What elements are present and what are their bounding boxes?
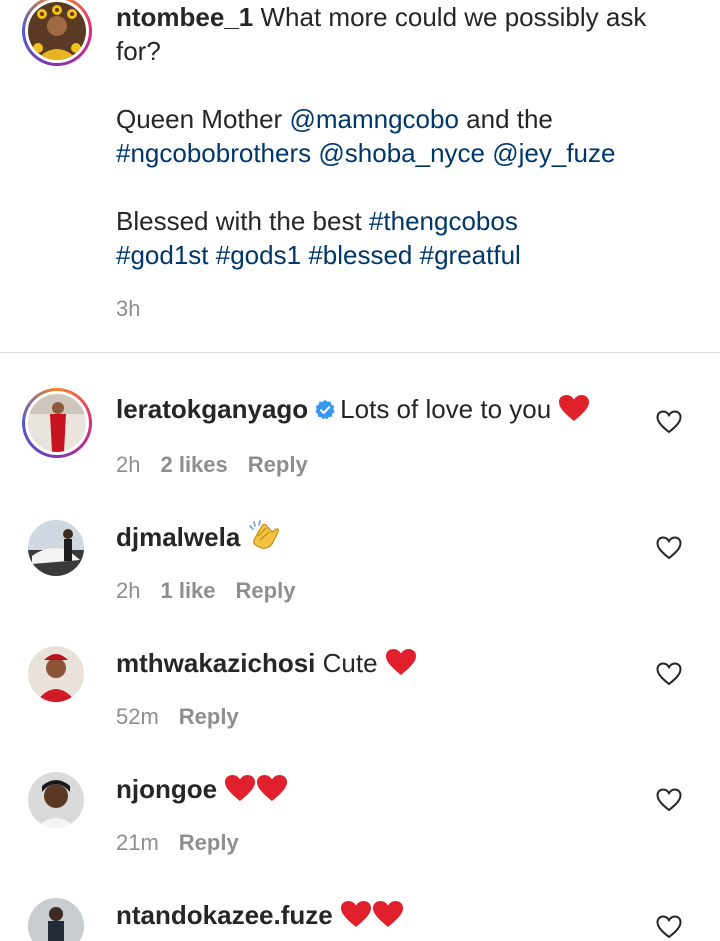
comment-meta: 2h 1 like Reply bbox=[116, 578, 315, 604]
commenter-username[interactable]: mthwakazichosi bbox=[116, 648, 315, 678]
like-heart-icon[interactable] bbox=[656, 915, 682, 939]
caption-text-segment: and the bbox=[458, 104, 553, 134]
hashtag-link[interactable]: #blessed bbox=[308, 240, 412, 270]
reply-button[interactable]: Reply bbox=[248, 452, 308, 477]
commenter-username[interactable]: njongoe bbox=[116, 774, 217, 804]
caption-text-segment: Blessed with the best bbox=[116, 206, 369, 236]
comment-text: leratokganyago Lots of love to you bbox=[116, 392, 590, 426]
comment-item: njongoe 21m Reply bbox=[0, 772, 720, 892]
reply-button[interactable]: Reply bbox=[179, 830, 239, 855]
comment-meta: 21m Reply bbox=[116, 830, 259, 856]
comment-text: njongoe bbox=[116, 772, 288, 806]
post-author-username[interactable]: ntombee_1 bbox=[116, 2, 253, 32]
red-heart-icon bbox=[225, 775, 288, 801]
commenter-avatar[interactable] bbox=[28, 772, 84, 828]
commenter-username[interactable]: leratokganyago bbox=[116, 394, 308, 424]
comment-body: Lots of love to you bbox=[340, 394, 552, 424]
hashtag-link[interactable]: #god1st bbox=[116, 240, 209, 270]
comment-meta: 2h 2 likes Reply bbox=[116, 452, 328, 478]
comment-item: leratokganyago Lots of love to you 2h 2 li… bbox=[0, 388, 720, 512]
comment-timestamp: 21m bbox=[116, 830, 159, 855]
like-heart-icon[interactable] bbox=[656, 788, 682, 812]
comment-meta: 52m Reply bbox=[116, 704, 259, 730]
like-heart-icon[interactable] bbox=[656, 410, 682, 434]
like-heart-icon[interactable] bbox=[656, 536, 682, 560]
red-heart-icon bbox=[385, 649, 416, 675]
comment-timestamp: 2h bbox=[116, 578, 141, 603]
hashtag-link[interactable]: #ngcobobrothers bbox=[116, 138, 311, 168]
red-heart-icon bbox=[559, 395, 590, 421]
reply-button[interactable]: Reply bbox=[179, 704, 239, 729]
post-caption: ntombee_1 What more could we possibly as… bbox=[0, 0, 720, 352]
comment-item: ntandokazee.fuze bbox=[0, 898, 720, 941]
likes-count[interactable]: 2 likes bbox=[160, 452, 227, 477]
comment-item: mthwakazichosi Cute 52m Reply bbox=[0, 646, 720, 766]
verified-badge-icon bbox=[315, 399, 335, 420]
hashtag-link[interactable]: #greatful bbox=[420, 240, 521, 270]
hashtag-link[interactable]: #gods1 bbox=[216, 240, 301, 270]
hashtag-link[interactable]: #thengcobos bbox=[369, 206, 518, 236]
commenter-avatar[interactable] bbox=[28, 646, 84, 702]
likes-count[interactable]: 1 like bbox=[160, 578, 215, 603]
comment-item: djmalwela 2h 1 like Reply bbox=[0, 520, 720, 640]
caption-text: ntombee_1 What more could we possibly as… bbox=[116, 0, 696, 272]
reply-button[interactable]: Reply bbox=[236, 578, 296, 603]
comment-text: mthwakazichosi Cute bbox=[116, 646, 417, 680]
like-heart-icon[interactable] bbox=[656, 662, 682, 686]
comment-text: ntandokazee.fuze bbox=[116, 898, 404, 932]
clapping-hands-icon bbox=[248, 520, 279, 549]
comment-body: Cute bbox=[322, 648, 378, 678]
comment-timestamp: 2h bbox=[116, 452, 141, 477]
post-author-avatar[interactable] bbox=[22, 0, 92, 66]
mention-link[interactable]: @shoba_nyce bbox=[318, 138, 485, 168]
commenter-username[interactable]: djmalwela bbox=[116, 522, 240, 552]
commenter-avatar[interactable] bbox=[28, 898, 84, 941]
red-heart-icon bbox=[340, 901, 403, 927]
divider bbox=[0, 352, 720, 353]
comment-text: djmalwela bbox=[116, 520, 282, 554]
post-timestamp: 3h bbox=[116, 296, 141, 321]
caption-text-segment: Queen Mother bbox=[116, 104, 290, 134]
commenter-avatar[interactable] bbox=[28, 520, 84, 576]
commenter-avatar[interactable] bbox=[22, 388, 92, 458]
mention-link[interactable]: @jey_fuze bbox=[492, 138, 615, 168]
mention-link[interactable]: @mamngcobo bbox=[289, 104, 458, 134]
comment-timestamp: 52m bbox=[116, 704, 159, 729]
commenter-username[interactable]: ntandokazee.fuze bbox=[116, 900, 333, 930]
avatar-photo bbox=[28, 2, 86, 60]
